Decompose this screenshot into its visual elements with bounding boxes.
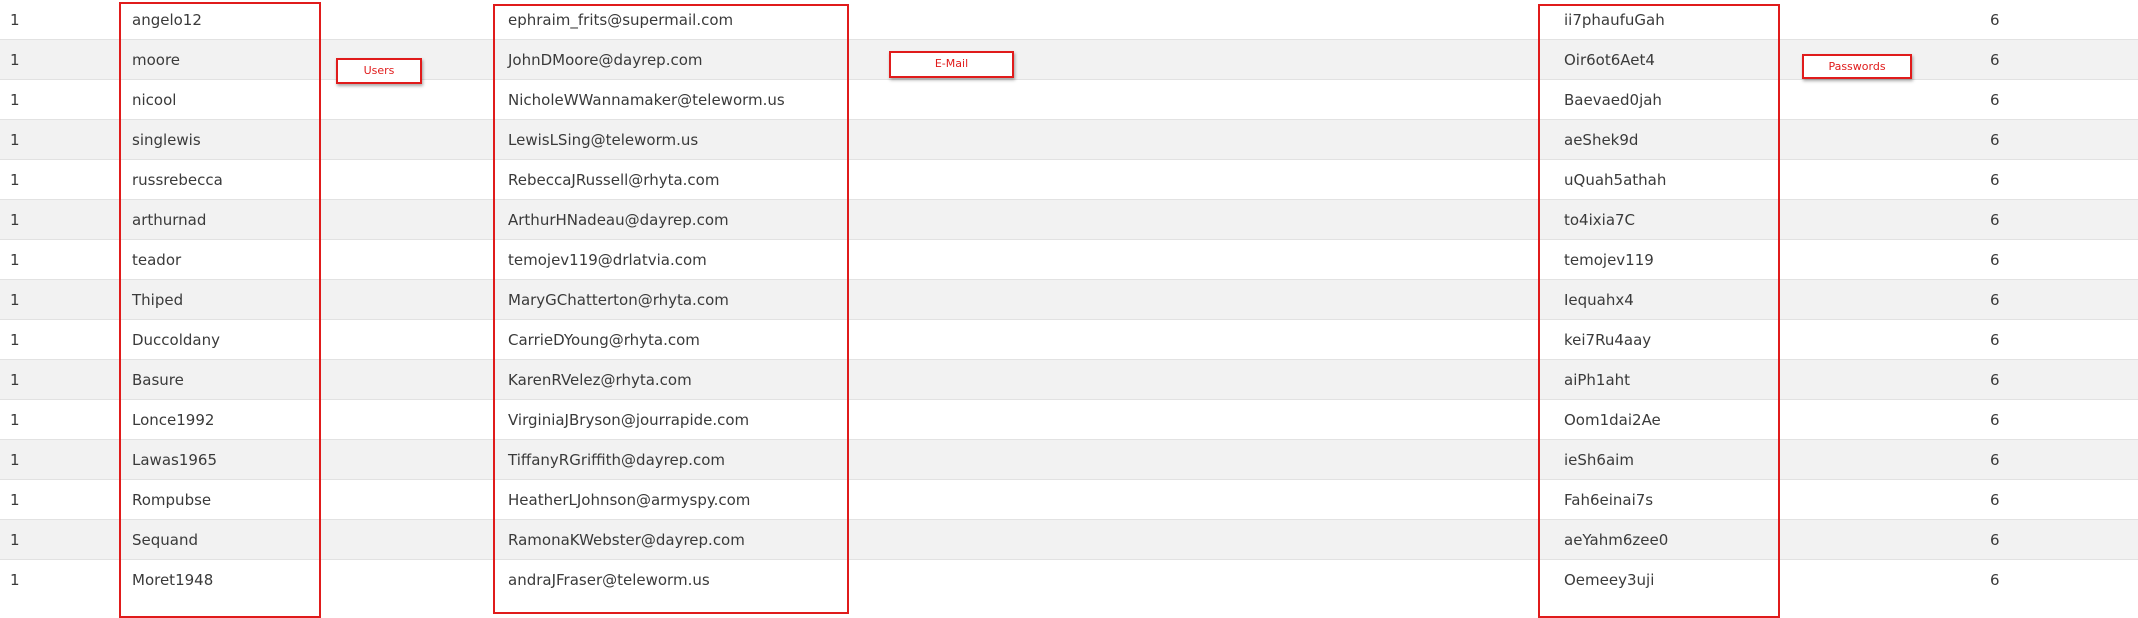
username-cell: Lawas1965 (132, 451, 217, 469)
table-row: 1 Duccoldany CarrieDYoung@rhyta.com kei7Ru4… (0, 319, 2138, 360)
table-row: 1 Thiped MaryGChatterton@rhyta.com Iequahx4… (0, 279, 2138, 320)
email-cell: RamonaKWebster@dayrep.com (508, 531, 745, 549)
id-cell: 1 (10, 91, 20, 109)
id-cell: 1 (10, 11, 20, 29)
email-cell: ephraim_frits@supermail.com (508, 11, 734, 29)
id-cell: 1 (10, 51, 20, 69)
username-cell: Thiped (132, 291, 184, 309)
username-cell: Basure (132, 371, 184, 389)
email-annotation-label: E-Mail (889, 51, 1014, 78)
username-cell: Sequand (132, 531, 198, 549)
id-cell: 1 (10, 371, 20, 389)
id-cell: 1 (10, 251, 20, 269)
password-cell: aeShek9d (1564, 131, 1639, 149)
table-row: 1 Moret1948 andraJFraser@teleworm.us Oemeey… (0, 559, 2138, 600)
username-cell: russrebecca (132, 171, 223, 189)
username-cell: teador (132, 251, 182, 269)
table-row: 1 nicool NicholeWWannamaker@teleworm.us Bae… (0, 79, 2138, 120)
table-row: 1 angelo12 ephraim_frits@supermail.com ii7p… (0, 0, 2138, 40)
count-cell: 6 (1990, 451, 2000, 469)
email-cell: LewisLSing@teleworm.us (508, 131, 699, 149)
count-cell: 6 (1990, 51, 2000, 69)
count-cell: 6 (1990, 411, 2000, 429)
table-row: 1 Rompubse HeatherLJohnson@armyspy.com Fah6… (0, 479, 2138, 520)
id-cell: 1 (10, 531, 20, 549)
password-cell: to4ixia7C (1564, 211, 1636, 229)
id-cell: 1 (10, 131, 20, 149)
email-cell: JohnDMoore@dayrep.com (508, 51, 703, 69)
table-row: 1 teador temojev119@drlatvia.com temojev119… (0, 239, 2138, 280)
email-cell: andraJFraser@teleworm.us (508, 571, 710, 589)
password-cell: aeYahm6zee0 (1564, 531, 1669, 549)
email-cell: MaryGChatterton@rhyta.com (508, 291, 729, 309)
credentials-table: 1 angelo12 ephraim_frits@supermail.com ii7p… (0, 0, 2138, 618)
password-cell: Oemeey3uji (1564, 571, 1655, 589)
count-cell: 6 (1990, 331, 2000, 349)
username-cell: Lonce1992 (132, 411, 215, 429)
username-cell: angelo12 (132, 11, 202, 29)
count-cell: 6 (1990, 491, 2000, 509)
username-cell: Rompubse (132, 491, 212, 509)
count-cell: 6 (1990, 371, 2000, 389)
id-cell: 1 (10, 291, 20, 309)
id-cell: 1 (10, 331, 20, 349)
email-cell: HeatherLJohnson@armyspy.com (508, 491, 751, 509)
password-cell: uQuah5athah (1564, 171, 1667, 189)
count-cell: 6 (1990, 11, 2000, 29)
email-cell: CarrieDYoung@rhyta.com (508, 331, 700, 349)
password-cell: Oir6ot6Aet4 (1564, 51, 1655, 69)
table-row: 1 Basure KarenRVelez@rhyta.com aiPh1aht 6 (0, 359, 2138, 400)
password-cell: aiPh1aht (1564, 371, 1631, 389)
table-row: 1 Sequand RamonaKWebster@dayrep.com aeYahm6… (0, 519, 2138, 560)
count-cell: 6 (1990, 251, 2000, 269)
id-cell: 1 (10, 171, 20, 189)
password-cell: temojev119 (1564, 251, 1654, 269)
email-cell: RebeccaJRussell@rhyta.com (508, 171, 720, 189)
email-cell: NicholeWWannamaker@teleworm.us (508, 91, 785, 109)
count-cell: 6 (1990, 291, 2000, 309)
id-cell: 1 (10, 571, 20, 589)
email-cell: temojev119@drlatvia.com (508, 251, 707, 269)
count-cell: 6 (1990, 531, 2000, 549)
table-row: 1 arthurnad ArthurHNadeau@dayrep.com to4ixi… (0, 199, 2138, 240)
password-cell: Iequahx4 (1564, 291, 1634, 309)
id-cell: 1 (10, 411, 20, 429)
id-cell: 1 (10, 491, 20, 509)
username-cell: arthurnad (132, 211, 207, 229)
password-cell: Oom1dai2Ae (1564, 411, 1661, 429)
table-row: 1 russrebecca RebeccaJRussell@rhyta.com uQu… (0, 159, 2138, 200)
count-cell: 6 (1990, 91, 2000, 109)
password-cell: Fah6einai7s (1564, 491, 1654, 509)
password-cell: Baevaed0jah (1564, 91, 1662, 109)
passwords-annotation-label: Passwords (1802, 54, 1912, 79)
email-cell: KarenRVelez@rhyta.com (508, 371, 692, 389)
email-cell: ArthurHNadeau@dayrep.com (508, 211, 729, 229)
table-row: 1 Lawas1965 TiffanyRGriffith@dayrep.com ieS… (0, 439, 2138, 480)
username-cell: Duccoldany (132, 331, 220, 349)
table-row: 1 singlewis LewisLSing@teleworm.us aeShek9d… (0, 119, 2138, 160)
username-cell: Moret1948 (132, 571, 214, 589)
count-cell: 6 (1990, 171, 2000, 189)
users-annotation-label: Users (336, 58, 422, 84)
username-cell: moore (132, 51, 181, 69)
count-cell: 6 (1990, 211, 2000, 229)
id-cell: 1 (10, 211, 20, 229)
password-cell: kei7Ru4aay (1564, 331, 1652, 349)
username-cell: singlewis (132, 131, 201, 149)
count-cell: 6 (1990, 571, 2000, 589)
email-cell: VirginiaJBryson@jourrapide.com (508, 411, 750, 429)
table-row: 1 Lonce1992 VirginiaJBryson@jourrapide.com… (0, 399, 2138, 440)
username-cell: nicool (132, 91, 177, 109)
id-cell: 1 (10, 451, 20, 469)
password-cell: ieSh6aim (1564, 451, 1634, 469)
password-cell: ii7phaufuGah (1564, 11, 1665, 29)
email-cell: TiffanyRGriffith@dayrep.com (508, 451, 726, 469)
count-cell: 6 (1990, 131, 2000, 149)
